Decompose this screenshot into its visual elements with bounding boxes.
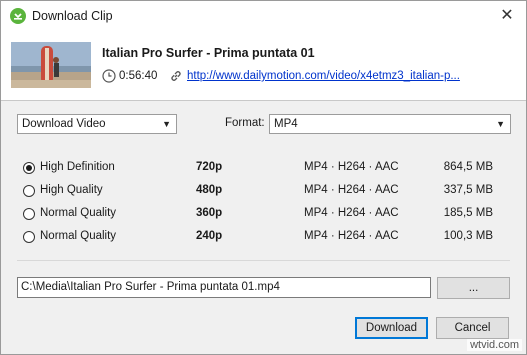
app-logo-icon [10, 8, 26, 24]
window-title: Download Clip [32, 9, 113, 23]
clock-icon [102, 69, 116, 86]
quality-radio[interactable] [23, 185, 35, 197]
quality-size: 864,5 MB [443, 161, 493, 173]
quality-codec: MP4 · H264 · AAC [304, 184, 399, 196]
quality-size: 185,5 MB [443, 207, 493, 219]
video-thumbnail [11, 42, 91, 88]
clip-url-link[interactable]: http://www.dailymotion.com/video/x4etmz3… [187, 70, 460, 82]
quality-codec: MP4 · H264 · AAC [304, 230, 399, 242]
action-dropdown-value: Download Video [22, 118, 106, 130]
quality-radio[interactable] [23, 208, 35, 220]
quality-radio[interactable] [23, 231, 35, 243]
title-bar: Download Clip ✕ [1, 1, 526, 32]
quality-label: Normal Quality [40, 207, 117, 219]
format-label: Format: [225, 117, 265, 129]
section-divider [17, 260, 510, 261]
cancel-button[interactable]: Cancel [436, 317, 509, 339]
quality-option-row[interactable]: Normal Quality 240p MP4 · H264 · AAC 100… [1, 228, 526, 248]
chevron-down-icon: ▼ [162, 119, 171, 129]
chevron-down-icon: ▼ [496, 119, 505, 129]
quality-codec: MP4 · H264 · AAC [304, 161, 399, 173]
quality-codec: MP4 · H264 · AAC [304, 207, 399, 219]
clip-duration: 0:56:40 [119, 70, 158, 82]
quality-label: High Quality [40, 184, 103, 196]
clip-info-header: Italian Pro Surfer - Prima puntata 01 0:… [1, 32, 526, 100]
browse-button[interactable]: ... [437, 277, 510, 299]
clip-title: Italian Pro Surfer - Prima puntata 01 [102, 46, 315, 60]
quality-size: 100,3 MB [443, 230, 493, 242]
quality-option-row[interactable]: Normal Quality 360p MP4 · H264 · AAC 185… [1, 205, 526, 225]
quality-label: Normal Quality [40, 230, 117, 242]
format-dropdown-value: MP4 [274, 118, 298, 130]
quality-resolution: 360p [196, 207, 223, 219]
link-icon [169, 69, 183, 86]
quality-label: High Definition [40, 161, 115, 173]
format-dropdown[interactable]: MP4 ▼ [269, 114, 511, 134]
watermark-text: wtvid.com [467, 339, 522, 351]
quality-resolution: 240p [196, 230, 223, 242]
quality-option-row[interactable]: High Quality 480p MP4 · H264 · AAC 337,5… [1, 182, 526, 202]
quality-radio[interactable] [23, 162, 35, 174]
quality-size: 337,5 MB [443, 184, 493, 196]
close-button[interactable]: ✕ [494, 5, 520, 27]
download-clip-dialog: Download Clip ✕ Italian Pro Surfer - Pri… [0, 0, 527, 355]
dialog-body: Download Video ▼ Format: MP4 ▼ High Defi… [1, 101, 526, 354]
quality-option-row[interactable]: High Definition 720p MP4 · H264 · AAC 86… [1, 159, 526, 179]
quality-resolution: 720p [196, 161, 223, 173]
action-dropdown[interactable]: Download Video ▼ [17, 114, 177, 134]
download-button[interactable]: Download [355, 317, 428, 339]
quality-resolution: 480p [196, 184, 223, 196]
output-path-input[interactable]: C:\Media\Italian Pro Surfer - Prima punt… [17, 277, 431, 298]
